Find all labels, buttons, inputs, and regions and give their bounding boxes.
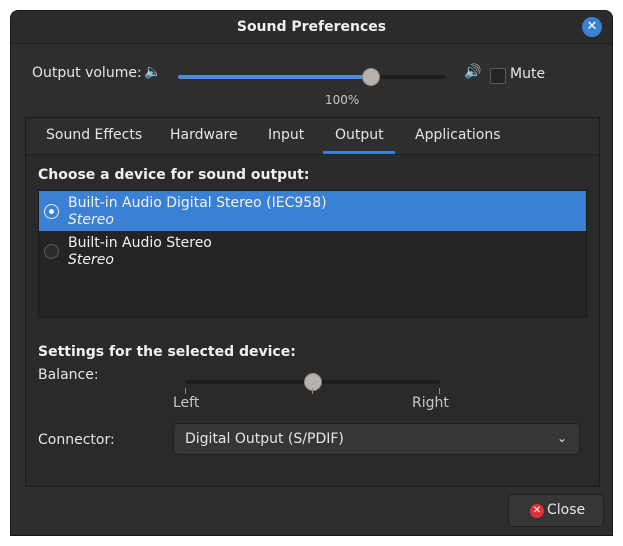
connector-label: Connector: [38,432,115,448]
active-tab-indicator [323,151,395,154]
balance-right-label: Right [412,395,449,411]
close-circle-icon: ✕ [530,504,544,518]
tab-bar: Sound Effects Hardware Input Output Appl… [26,118,599,155]
balance-tick-left [185,388,186,394]
balance-slider[interactable] [185,373,440,394]
chevron-down-icon: ⌄ [556,431,567,445]
balance-label: Balance: [38,367,99,383]
connector-value: Digital Output (S/PDIF) [185,431,344,447]
connector-dropdown[interactable]: Digital Output (S/PDIF) ⌄ [173,423,580,455]
balance-tick-center [312,388,313,394]
volume-fill [178,75,371,79]
volume-percent: 100% [325,93,360,107]
window-title: Sound Preferences [236,19,387,35]
tab-input[interactable]: Input [268,127,304,143]
sound-preferences-window: Sound Preferences ✕ Output volume: 🔈 100… [10,10,613,536]
notebook-panel: Sound Effects Hardware Input Output Appl… [25,117,600,487]
device-name: Built-in Audio Digital Stereo (IEC958) [68,195,327,211]
device-name: Built-in Audio Stereo [68,235,212,251]
tab-output[interactable]: Output [335,127,384,143]
tab-sound-effects[interactable]: Sound Effects [46,127,142,143]
choose-device-heading: Choose a device for sound output: [38,167,310,183]
volume-knob[interactable] [361,68,380,86]
output-volume-label: Output volume: [32,65,142,81]
device-radio[interactable] [44,244,59,259]
close-icon[interactable]: ✕ [582,17,602,37]
device-row[interactable]: Built-in Audio Stereo Stereo [39,231,586,271]
mute-checkbox[interactable] [490,68,506,84]
output-volume-slider[interactable] [178,68,446,86]
close-button[interactable]: ✕ Close [508,494,604,527]
speaker-high-icon: 🔊 [464,64,482,80]
tab-hardware[interactable]: Hardware [170,127,238,143]
speaker-low-icon: 🔈 [144,64,162,80]
balance-left-label: Left [173,395,200,411]
settings-heading: Settings for the selected device: [38,344,296,360]
device-radio[interactable] [44,204,59,219]
output-device-list: Built-in Audio Digital Stereo (IEC958) S… [38,190,587,318]
device-row[interactable]: Built-in Audio Digital Stereo (IEC958) S… [39,191,586,231]
balance-tick-right [439,388,440,394]
device-profile: Stereo [68,212,114,228]
device-profile: Stereo [68,252,114,268]
titlebar: Sound Preferences ✕ [11,11,612,44]
close-button-label: Close [547,502,586,518]
mute-label[interactable]: Mute [510,66,545,82]
tab-applications[interactable]: Applications [415,127,501,143]
